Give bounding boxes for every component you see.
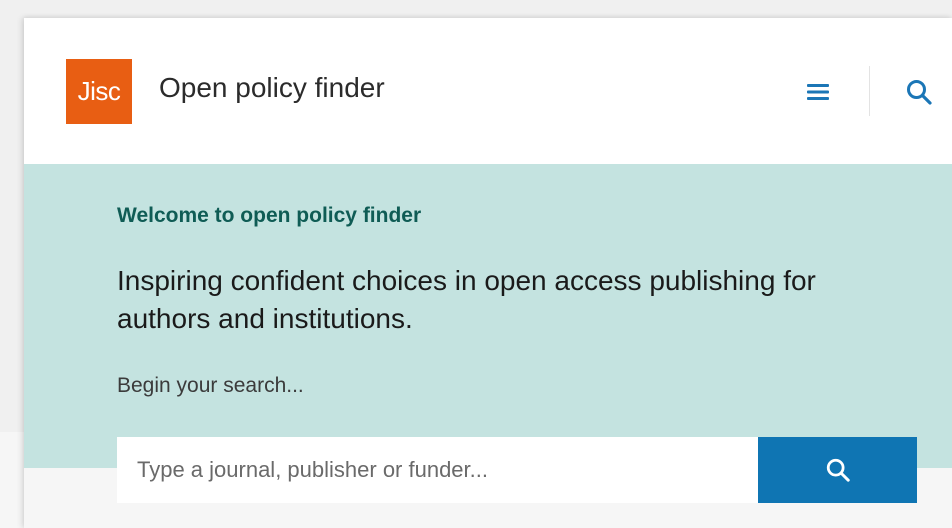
logo-text: Jisc [77,76,121,106]
search-icon [826,458,850,482]
site-title: Open policy finder [159,72,385,103]
search-icon [907,80,932,105]
page-card: Jisc Open policy finder Welcome to open … [24,18,952,528]
welcome-heading: Welcome to open policy finder [117,204,422,227]
search-input[interactable] [117,437,758,503]
site-header: Jisc Open policy finder [24,18,952,164]
search-prompt-label: Begin your search... [117,374,304,397]
hero-tagline: Inspiring confident choices in open acce… [117,265,816,334]
header-divider [869,66,870,116]
jisc-logo[interactable]: Jisc [66,59,132,124]
header-search-button[interactable] [896,70,942,114]
search-bar [117,437,917,503]
search-submit-button[interactable] [758,437,917,503]
hero-banner: Welcome to open policy finder Inspiring … [24,164,952,468]
menu-button[interactable] [794,70,842,114]
hamburger-menu-icon [807,84,829,100]
